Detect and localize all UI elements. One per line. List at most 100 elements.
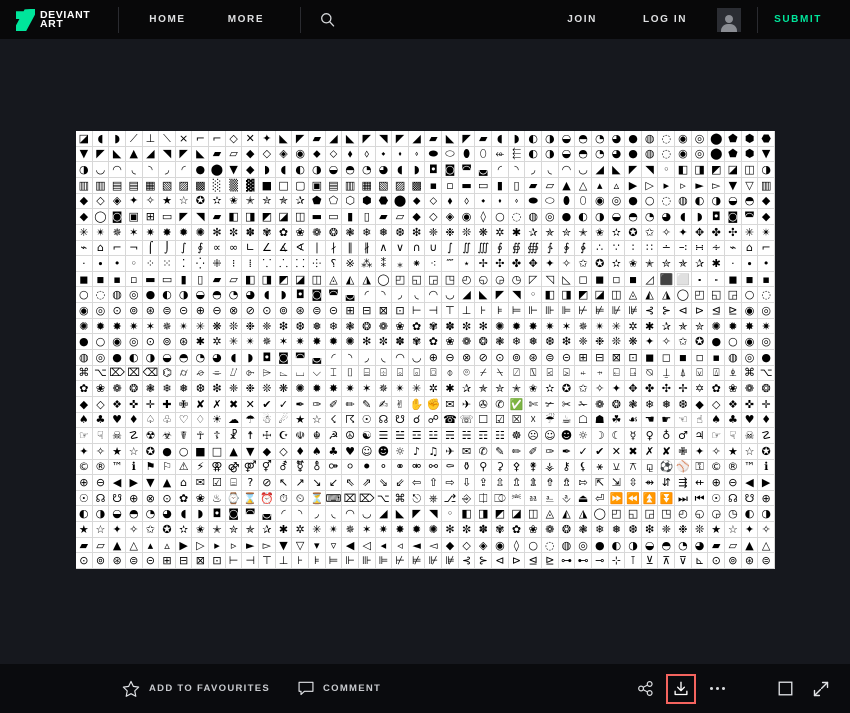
glyph-cell: ● [159, 443, 176, 460]
glyph-cell: ∣ [308, 240, 326, 257]
glyph-cell: ☹ [525, 428, 542, 444]
glyph-cell: ▼ [725, 177, 742, 194]
join-link[interactable]: JOIN [553, 0, 611, 39]
glyph-cell: ◆ [242, 146, 260, 163]
avatar[interactable] [717, 7, 742, 32]
glyph-cell: ✼ [375, 334, 393, 350]
glyph-cell: ∫ [442, 240, 459, 257]
glyph-cell: ❇ [558, 334, 576, 350]
search-button[interactable] [307, 0, 347, 39]
glyph-cell: ♠ [308, 443, 326, 460]
glyph-cell: ◴ [675, 506, 692, 523]
artwork-image[interactable]: ◪ ◖ ◗ ⟋ ⊥ ⟍ ⨯ ⌐ ⌐ ◇ ✕ ✦ ◣ ◤ ▰ ◢ ◣ ◤ ◥ ◤ ◢ ▰ ◣ ◤ ▰ ◖ ◗ ◐ ◑ ◒ ◓ ◔ ◕ ● ◍ ◌ ◉ ◎ ⬤ ⬟… [76, 131, 775, 569]
glyph-cell: ◮ [575, 506, 592, 523]
glyph-cell: ♢ [192, 412, 210, 429]
deviantart-logo[interactable]: DEVIANT ART [16, 0, 90, 39]
glyph-cell: ◍ [641, 131, 659, 147]
glyph-cell: ✭ [242, 193, 260, 210]
glyph-cell: ☆ [725, 522, 742, 538]
glyph-cell: ✉ [192, 475, 210, 491]
more-options-button[interactable] [702, 674, 732, 704]
glyph-cell: ⊜ [541, 350, 559, 366]
glyph-cell: ◢ [591, 162, 609, 178]
glyph-cell: ✙ [675, 443, 692, 460]
glyph-cell: ◖ [175, 506, 193, 523]
glyph-cell: ▼ [242, 443, 260, 460]
glyph-cell: ◥ [159, 146, 176, 163]
glyph-cell: ✪ [758, 443, 775, 460]
glyph-cell: ❂ [325, 224, 343, 241]
glyph-cell: ✯ [675, 256, 692, 272]
glyph-cell: ❉ [442, 224, 459, 241]
glyph-cell: ✸ [741, 318, 759, 335]
glyph-cell: ☍ [425, 412, 443, 429]
fit-to-screen-button[interactable] [770, 674, 800, 704]
glyph-cell: ♦ [125, 412, 143, 429]
glyph-cell: ❃ [575, 522, 592, 538]
glyph-cell: ◑ [541, 131, 559, 147]
glyph-cell: ☠ [109, 428, 126, 444]
glyph-cell: ✧ [658, 334, 676, 350]
glyph-cell: ✂ [558, 396, 576, 413]
add-to-favourites-button[interactable]: ADD TO FAVOURITES [122, 680, 270, 698]
glyph-cell: ❅ [658, 396, 676, 413]
glyph-cell: ◪ [76, 131, 93, 147]
glyph-cell: ❂ [558, 522, 576, 538]
glyph-cell: ◀ [342, 537, 359, 554]
download-button[interactable] [666, 673, 696, 704]
glyph-cell: ❁ [591, 396, 609, 413]
login-link[interactable]: LOG IN [629, 0, 701, 39]
nav-item-more[interactable]: MORE [214, 0, 278, 39]
glyph-cell: ⏱ [275, 490, 293, 507]
glyph-cell: ☷ [492, 428, 509, 444]
glyph-cell: ✕ [242, 396, 260, 413]
glyph-cell: ⌠ [142, 240, 160, 257]
glyph-cell: ◘ [259, 350, 276, 366]
glyph-cell: ◖ [259, 287, 276, 304]
glyph-cell: ● [558, 209, 576, 225]
submit-button[interactable]: SUBMIT [758, 0, 838, 39]
glyph-cell: ✴ [325, 522, 343, 538]
glyph-cell: ✢ [475, 256, 493, 272]
glyph-cell: ✭ [575, 224, 592, 241]
glyph-cell: ❄ [591, 522, 609, 538]
share-button[interactable] [630, 674, 660, 704]
glyph-cell: ◔ [591, 131, 609, 147]
glyph-cell: ⬤ [209, 162, 226, 178]
glyph-cell: ⎅ [475, 490, 493, 507]
glyph-cell: ▨ [392, 177, 409, 194]
glyph-cell: ⌂ [175, 475, 193, 491]
glyph-cell: ⎈ [425, 490, 443, 507]
comment-button[interactable]: COMMENT [298, 681, 381, 697]
glyph-cell: ✽ [442, 318, 459, 335]
glyph-cell: ✹ [408, 522, 426, 538]
glyph-cell: ⊮ [425, 553, 443, 569]
glyph-cell: ◗ [275, 287, 293, 304]
glyph-cell: ▓ [242, 177, 260, 194]
glyph-cell: ◉ [492, 537, 509, 554]
glyph-cell: ⊚ [275, 303, 293, 319]
nav-item-home[interactable]: HOME [135, 0, 199, 39]
glyph-cell: ⊺ [625, 553, 642, 569]
glyph-cell: ◕ [608, 146, 626, 163]
glyph-cell: ◤ [358, 131, 376, 147]
glyph-cell: ◱ [408, 271, 426, 288]
glyph-cell: ⊮ [608, 303, 626, 319]
glyph-cell: ⬛ [658, 271, 676, 288]
glyph-cell: ✺ [342, 334, 359, 350]
glyph-cell: ▵ [159, 537, 176, 554]
glyph-cell: ◜ [492, 162, 509, 178]
fullscreen-button[interactable] [806, 674, 836, 704]
glyph-cell: ▻ [259, 537, 276, 554]
glyph-cell: ◾ [92, 271, 110, 288]
glyph-cell: ◆ [758, 193, 775, 210]
glyph-cell: ◬ [325, 271, 343, 288]
glyph-cell: ◡ [92, 162, 110, 178]
glyph-cell: ♁ [658, 428, 676, 444]
glyph-cell: ❁ [741, 381, 759, 397]
glyph-cell: ⊞ [342, 303, 359, 319]
glyph-cell: ▶ [625, 177, 642, 194]
glyph-cell: ⚾ [675, 459, 692, 476]
glyph-cell: ❃ [342, 318, 359, 335]
glyph-cell: ☑ [209, 475, 226, 491]
